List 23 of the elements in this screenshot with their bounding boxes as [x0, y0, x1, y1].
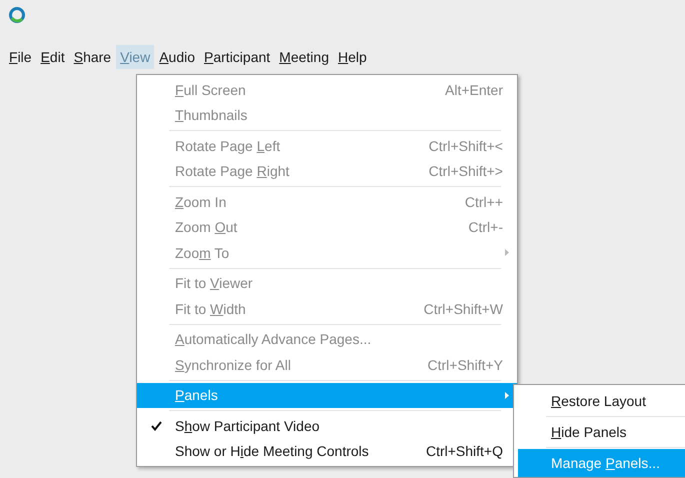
- menu-bar-item[interactable]: Share: [70, 45, 116, 69]
- shortcut-text: Ctrl++: [464, 194, 503, 210]
- menu-item[interactable]: Hide Panels: [514, 418, 685, 446]
- app-logo-icon: [9, 7, 25, 23]
- menu-bar-item[interactable]: Edit: [36, 45, 69, 69]
- menu-bar-item[interactable]: Participant: [200, 45, 274, 69]
- menu-item[interactable]: Restore Layout: [514, 387, 685, 415]
- shortcut-text: Ctrl+Shift+>: [428, 163, 503, 180]
- menu-item[interactable]: Manage Panels...: [518, 449, 685, 477]
- shortcut-text: Ctrl+Shift+Q: [426, 443, 503, 460]
- shortcut-text: Ctrl+Shift+<: [428, 138, 503, 154]
- shortcut-text: Ctrl+Shift+W: [424, 300, 503, 317]
- menu-item[interactable]: Show Participant Video: [137, 413, 517, 438]
- menu-item[interactable]: Show or Hide Meeting Controls Ctrl+Shift+Q: [137, 438, 517, 464]
- menu-bar-item[interactable]: Help: [334, 45, 371, 69]
- menu-bar-item[interactable]: File: [5, 45, 36, 69]
- shortcut-text: Ctrl+-: [468, 219, 503, 236]
- shortcut-text: Alt+Enter: [445, 82, 503, 98]
- menu-bar-item[interactable]: View: [116, 45, 154, 69]
- shortcut-text: Ctrl+Shift+Y: [428, 356, 503, 373]
- menu-item[interactable]: Panels: [137, 382, 517, 408]
- menu-bar-item[interactable]: Audio: [155, 45, 200, 69]
- menu-bar-item[interactable]: Meeting: [275, 45, 333, 69]
